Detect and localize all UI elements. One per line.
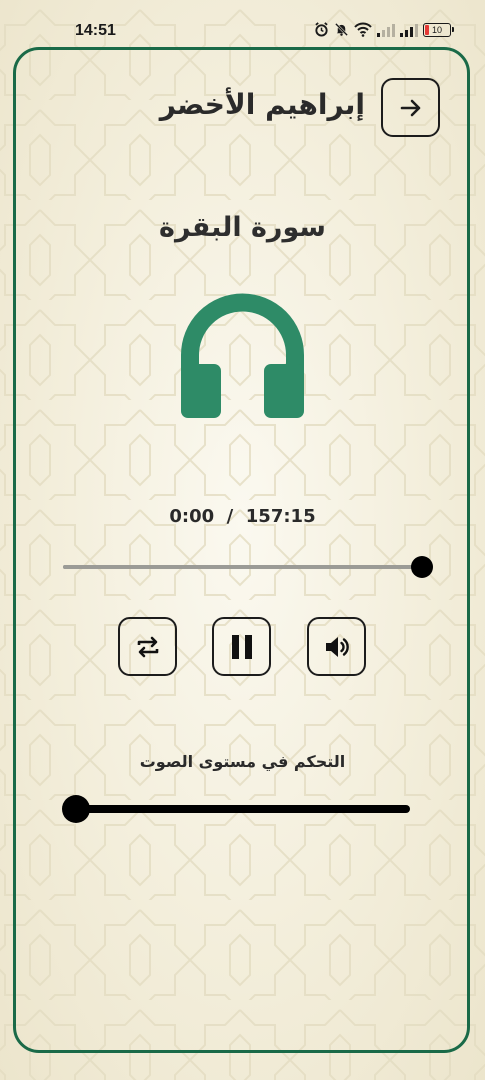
- progress-fill: [63, 565, 422, 569]
- volume-icon: [325, 636, 349, 657]
- surah-title: سورة البقرة: [159, 212, 326, 243]
- volume-label: التحكم في مستوى الصوت: [139, 752, 346, 771]
- pause-button[interactable]: [212, 617, 271, 676]
- status-icons: 10: [314, 22, 454, 37]
- volume-track: [76, 805, 410, 813]
- status-time: 14:51: [75, 22, 116, 39]
- battery-icon: 10: [423, 22, 454, 37]
- reciter-name: إبراهيم الأخضر: [159, 88, 365, 121]
- status-bar: 14:51 10: [0, 0, 485, 44]
- repeat-button[interactable]: [118, 617, 177, 676]
- volume-button[interactable]: [307, 617, 366, 676]
- player-card: [13, 47, 470, 1053]
- bell-muted-icon: [334, 22, 349, 37]
- alarm-icon: [314, 22, 329, 37]
- wifi-icon: [354, 22, 372, 37]
- signal-icon: [377, 23, 395, 37]
- progress-slider[interactable]: [63, 556, 433, 578]
- back-button[interactable]: [381, 78, 440, 137]
- signal-icon: [400, 23, 418, 37]
- time-readout: 0:00 / 157:15: [169, 506, 316, 527]
- progress-thumb[interactable]: [411, 556, 433, 578]
- volume-thumb[interactable]: [62, 795, 90, 823]
- volume-slider[interactable]: [62, 795, 410, 823]
- repeat-icon: [137, 636, 158, 657]
- headphones-icon: [181, 293, 304, 418]
- arrow-right-icon: [400, 99, 420, 116]
- pause-icon: [231, 634, 252, 659]
